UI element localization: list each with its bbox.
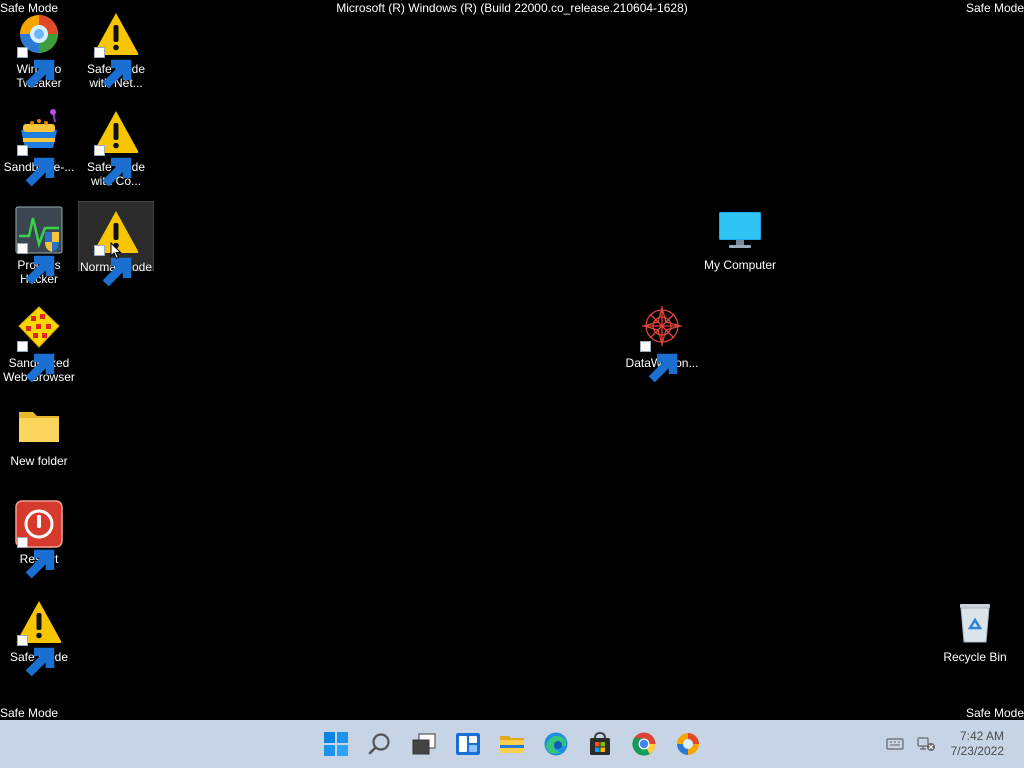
winaero-tweaker-button[interactable] xyxy=(672,728,704,760)
winaero-tweaker-icon xyxy=(677,733,699,755)
search-button[interactable] xyxy=(364,728,396,760)
safe-mode-label-bottom-left: Safe Mode xyxy=(0,706,59,720)
widgets-button[interactable] xyxy=(452,728,484,760)
task-view-button[interactable] xyxy=(408,728,440,760)
desktop-icon-safe-mode-networking[interactable]: Safe Mode with Net... xyxy=(78,4,154,90)
file-explorer-button[interactable] xyxy=(496,728,528,760)
warning-icon xyxy=(92,10,140,58)
safe-mode-label-bottom-right: Safe Mode xyxy=(965,706,1024,720)
sandboxed-browser-icon xyxy=(15,304,63,352)
desktop-icon-winaero-tweaker[interactable]: Winaero Tweaker xyxy=(1,4,77,90)
task-view-icon xyxy=(412,733,436,755)
desktop-icon-label: New folder xyxy=(10,454,68,468)
desktop-icon-sandboxie[interactable]: Sandboxie-... xyxy=(1,102,77,182)
desktop-icon-normal-mode[interactable]: Normal Mode xyxy=(78,201,154,271)
mouse-cursor-icon xyxy=(110,242,122,260)
power-icon xyxy=(15,500,63,548)
windows-logo-icon xyxy=(324,732,348,756)
winaero-tweaker-icon xyxy=(15,10,63,58)
desktop-icon-restart[interactable]: Restart xyxy=(1,494,77,574)
network-status-button[interactable] xyxy=(916,728,936,760)
desktop-icon-label: Recycle Bin xyxy=(943,650,1007,664)
keyboard-icon xyxy=(886,738,904,750)
network-disconnected-icon xyxy=(917,737,935,751)
edge-button[interactable] xyxy=(540,728,572,760)
taskbar: 7:42 AM 7/23/2022 xyxy=(0,720,1024,768)
chrome-button[interactable] xyxy=(628,728,660,760)
desktop-icon-process-hacker[interactable]: Process Hacker xyxy=(1,200,77,286)
keyboard-button[interactable] xyxy=(886,728,904,760)
process-hacker-icon xyxy=(15,206,63,254)
sandboxie-icon xyxy=(15,108,63,156)
monitor-icon xyxy=(716,206,764,254)
store-icon xyxy=(590,732,610,755)
warning-icon xyxy=(15,598,63,646)
desktop-icon-my-computer[interactable]: My Computer xyxy=(702,200,778,280)
recycle-bin-icon xyxy=(951,598,999,646)
system-clock[interactable]: 7:42 AM 7/23/2022 xyxy=(951,729,1004,759)
datawagon-icon xyxy=(638,304,686,352)
desktop-icon-recycle-bin[interactable]: Recycle Bin xyxy=(937,592,1013,672)
warning-icon xyxy=(92,108,140,156)
store-button[interactable] xyxy=(584,728,616,760)
desktop-icon-datawagon[interactable]: DataWagon... xyxy=(624,298,700,378)
clock-date: 7/23/2022 xyxy=(950,744,1004,758)
desktop-icon-sandboxed-web-browser[interactable]: Sandboxed Web Browser xyxy=(1,298,77,384)
chrome-icon xyxy=(632,732,656,756)
folder-icon xyxy=(500,736,524,753)
desktop-icon-new-folder[interactable]: New folder xyxy=(1,396,77,476)
folder-icon xyxy=(15,402,63,450)
widgets-icon xyxy=(456,733,480,755)
clock-time: 7:42 AM xyxy=(959,729,1004,743)
desktop-icon-label: My Computer xyxy=(703,258,777,272)
desktop-icon-safe-mode-command[interactable]: Safe Mode with Co... xyxy=(78,102,154,188)
edge-icon xyxy=(544,732,568,756)
safe-mode-label-top-right: Safe Mode xyxy=(965,1,1024,15)
start-button[interactable] xyxy=(320,728,352,760)
search-icon xyxy=(368,733,390,755)
desktop-icon-safe-mode[interactable]: Safe Mode xyxy=(1,592,77,672)
